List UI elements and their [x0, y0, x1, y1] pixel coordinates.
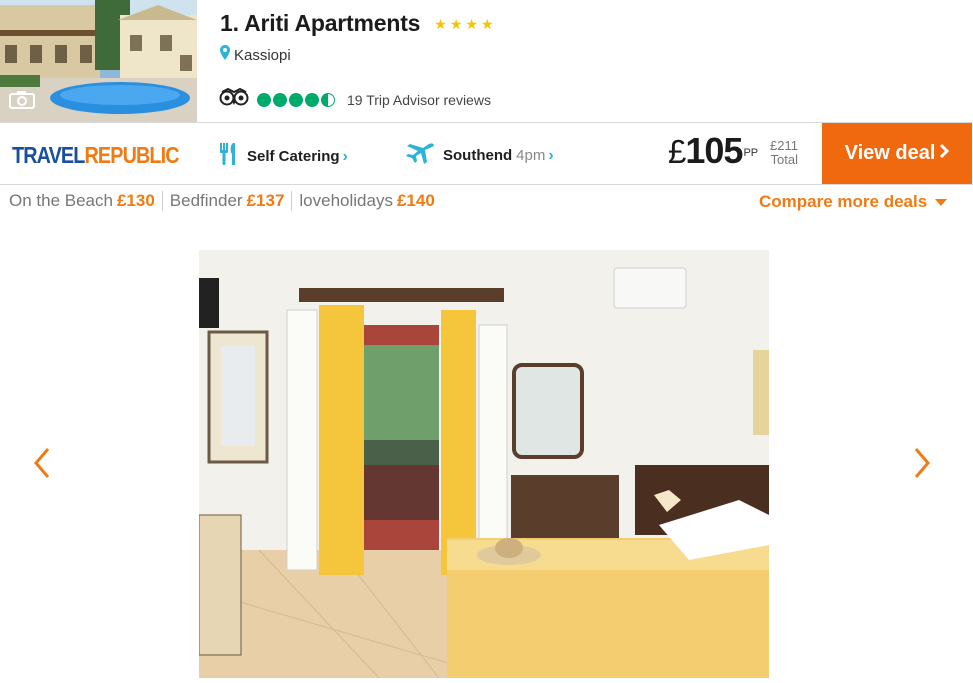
- provider-logo[interactable]: TRAVELREPUBLIC: [12, 142, 180, 169]
- hotel-card-header: 1. Ariti Apartments ★ ★ ★ ★ Kassiopi 19 …: [0, 0, 973, 122]
- star-icon: ★: [480, 15, 494, 32]
- chevron-right-icon: [939, 142, 950, 165]
- plane-icon: [405, 142, 435, 169]
- deal-bar: TRAVELREPUBLIC Self Catering › Southend …: [0, 122, 973, 185]
- flight-info[interactable]: Southend 4pm ›: [405, 142, 554, 169]
- gallery-photo-bedroom: [199, 250, 769, 678]
- view-deal-button[interactable]: View deal: [822, 123, 972, 184]
- caret-down-icon: [935, 198, 948, 206]
- total-price-value: £211: [770, 138, 798, 153]
- title-row: 1. Ariti Apartments ★ ★ ★ ★: [220, 10, 494, 37]
- provider-logo-part1: TRAVEL: [12, 142, 85, 168]
- compare-provider-bedfinder[interactable]: Bedfinder £137: [170, 191, 285, 211]
- map-pin-icon: [220, 45, 230, 65]
- chevron-right-icon: [910, 448, 934, 485]
- tripadvisor-row[interactable]: 19 Trip Advisor reviews: [219, 87, 491, 111]
- owl-icon: [219, 87, 249, 111]
- star-icon: ★: [434, 15, 447, 32]
- rating-bubble-full: [289, 92, 303, 107]
- provider-name: On the Beach: [9, 191, 113, 210]
- tripadvisor-rating-bubbles: [257, 92, 335, 107]
- board-label: Self Catering: [247, 148, 340, 165]
- compare-provider-onthebeach[interactable]: On the Beach £130: [9, 191, 155, 211]
- compare-provider-loveholidays[interactable]: loveholidays £140: [299, 191, 434, 211]
- tripadvisor-reviews-link[interactable]: 19 Trip Advisor reviews: [347, 92, 491, 108]
- gallery-prev-button[interactable]: [30, 445, 54, 486]
- divider: [161, 191, 163, 211]
- star-icon: ★: [449, 15, 463, 32]
- star-icon: ★: [465, 15, 478, 32]
- total-price: £211 Total: [770, 139, 798, 167]
- compare-more-label: Compare more deals: [759, 192, 928, 211]
- hotel-thumbnail[interactable]: [0, 0, 197, 122]
- location-text: Kassiopi: [234, 46, 291, 64]
- rating-bubble-full: [273, 92, 287, 107]
- hotel-title[interactable]: 1. Ariti Apartments: [220, 10, 420, 37]
- provider-price: £137: [246, 191, 285, 210]
- fork-knife-icon: [219, 142, 239, 171]
- compare-deals-row: On the Beach £130 Bedfinder £137 loveholid…: [9, 191, 435, 211]
- star-rating: ★ ★ ★ ★: [434, 17, 493, 31]
- price-pp-label: PP: [743, 147, 759, 160]
- rating-bubble-full: [305, 92, 319, 107]
- chevron-left-icon: [30, 448, 54, 485]
- provider-name: Bedfinder: [169, 191, 243, 210]
- board-type[interactable]: Self Catering ›: [219, 142, 348, 171]
- departure-time: 4pm: [516, 147, 546, 164]
- chevron-right-icon: ›: [342, 147, 348, 165]
- provider-price: £140: [396, 191, 435, 210]
- departure-airport: Southend: [443, 147, 513, 164]
- rating-bubble-half: [321, 92, 335, 107]
- gallery-next-button[interactable]: [910, 445, 934, 486]
- camera-icon: [9, 89, 35, 114]
- provider-logo-part2: REPUBLIC: [84, 142, 179, 168]
- provider-price: £130: [116, 191, 155, 210]
- chevron-right-icon: ›: [548, 146, 554, 164]
- total-price-label: Total: [770, 152, 798, 167]
- compare-more-deals-link[interactable]: Compare more deals: [759, 192, 948, 212]
- price-currency: £: [668, 133, 686, 170]
- rating-bubble-full: [257, 92, 271, 107]
- divider: [291, 191, 293, 211]
- provider-name: loveholidays: [299, 191, 393, 210]
- price-per-person: £105 PP: [668, 129, 758, 172]
- location-row: Kassiopi: [220, 45, 291, 65]
- price-amount: £105: [668, 129, 743, 172]
- view-deal-label: View deal: [844, 142, 936, 164]
- price-value: 105: [685, 130, 743, 171]
